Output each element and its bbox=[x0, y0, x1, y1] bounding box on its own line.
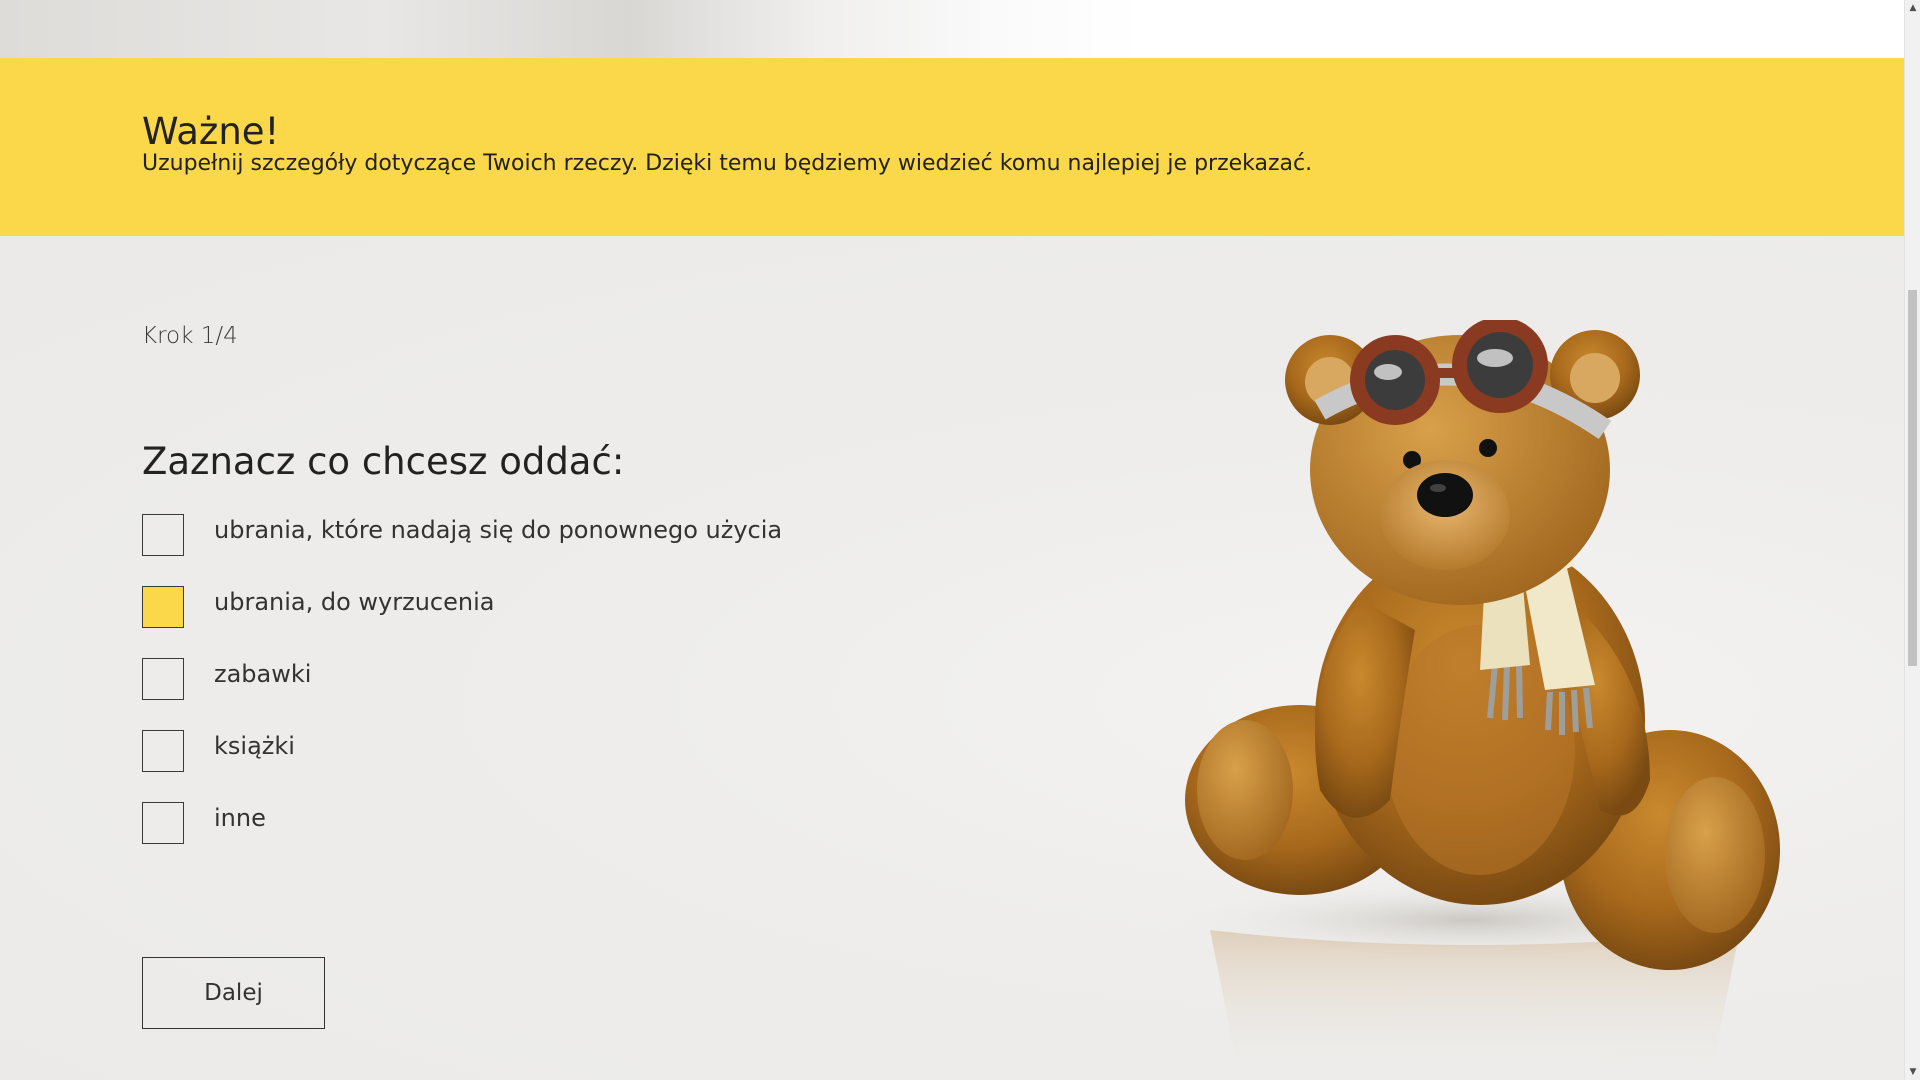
checkbox[interactable] bbox=[142, 730, 184, 772]
top-header-image bbox=[0, 0, 1904, 58]
page-scrollbar[interactable]: ▲ ▼ bbox=[1904, 0, 1920, 1080]
teddy-bear-illustration bbox=[1170, 320, 1780, 1080]
option-label: inne bbox=[214, 804, 266, 832]
step-indicator: Krok 1/4 bbox=[142, 323, 238, 349]
page: Ważne! Uzupełnij szczegóły dotyczące Two… bbox=[0, 0, 1920, 1080]
scroll-down-arrow-icon[interactable]: ▼ bbox=[1905, 1064, 1920, 1080]
checkbox[interactable] bbox=[142, 658, 184, 700]
option-reusable-clothes[interactable]: ubrania, które nadają się do ponownego u… bbox=[142, 514, 902, 586]
checkbox[interactable] bbox=[142, 802, 184, 844]
options-list: ubrania, które nadają się do ponownego u… bbox=[142, 514, 902, 874]
option-label: zabawki bbox=[214, 660, 312, 688]
option-label: ubrania, do wyrzucenia bbox=[214, 588, 495, 616]
banner-text: Uzupełnij szczegóły dotyczące Twoich rze… bbox=[142, 151, 1313, 176]
option-books[interactable]: książki bbox=[142, 730, 902, 802]
option-toys[interactable]: zabawki bbox=[142, 658, 902, 730]
option-clothes-to-discard[interactable]: ubrania, do wyrzucenia bbox=[142, 586, 902, 658]
option-other[interactable]: inne bbox=[142, 802, 902, 874]
form-question: Zaznacz co chcesz oddać: bbox=[142, 440, 625, 483]
scrollbar-thumb[interactable] bbox=[1908, 290, 1917, 666]
option-label: ubrania, które nadają się do ponownego u… bbox=[214, 516, 783, 544]
banner-title: Ważne! bbox=[142, 110, 280, 153]
checkbox-checked[interactable] bbox=[142, 586, 184, 628]
next-button[interactable]: Dalej bbox=[142, 957, 325, 1029]
option-label: książki bbox=[214, 732, 295, 760]
scroll-up-arrow-icon[interactable]: ▲ bbox=[1905, 0, 1920, 16]
checkbox[interactable] bbox=[142, 514, 184, 556]
important-banner bbox=[0, 58, 1904, 236]
